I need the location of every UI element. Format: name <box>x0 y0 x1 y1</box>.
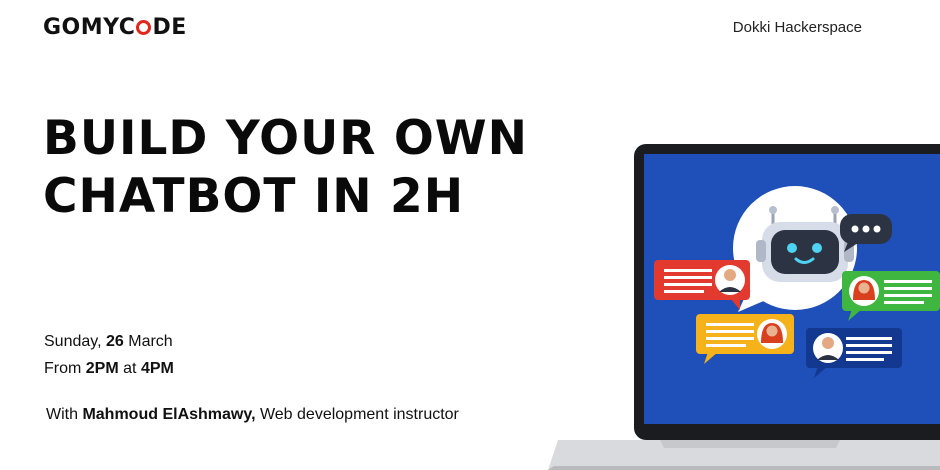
speaker-role: Web development instructor <box>259 406 459 423</box>
event-location: Dokki Hackerspace <box>732 19 862 36</box>
logo-ring-icon <box>136 20 152 35</box>
laptop-icon <box>548 144 940 470</box>
event-date: Sunday, 26 March <box>44 333 173 351</box>
time-end: 4PM <box>140 360 174 377</box>
gomycode-logo: GOMYC DE <box>43 15 187 40</box>
speaker-info: With Mahmoud ElAshmawy, Web development … <box>46 403 476 426</box>
speaker-with-label: With <box>46 406 78 423</box>
event-month: March <box>128 333 173 350</box>
laptop-trackpad <box>660 440 840 448</box>
event-day: Sunday, <box>44 333 102 350</box>
speaker-name: Mahmoud ElAshmawy, <box>82 406 256 423</box>
event-time: From 2PM at 4PM <box>44 360 174 378</box>
time-start: 2PM <box>85 360 119 377</box>
headline-line-2: CHATBOT IN 2H <box>43 169 465 224</box>
logo-text-prefix: GOMYC <box>43 15 136 40</box>
event-date-number: 26 <box>105 333 124 350</box>
logo-text-suffix: DE <box>152 15 187 40</box>
time-from-label: From <box>44 360 82 377</box>
headline-line-1: BUILD YOUR OWN <box>43 111 528 166</box>
time-at-label: at <box>123 360 137 377</box>
page-title: BUILD YOUR OWN CHATBOT IN 2H <box>43 110 528 226</box>
